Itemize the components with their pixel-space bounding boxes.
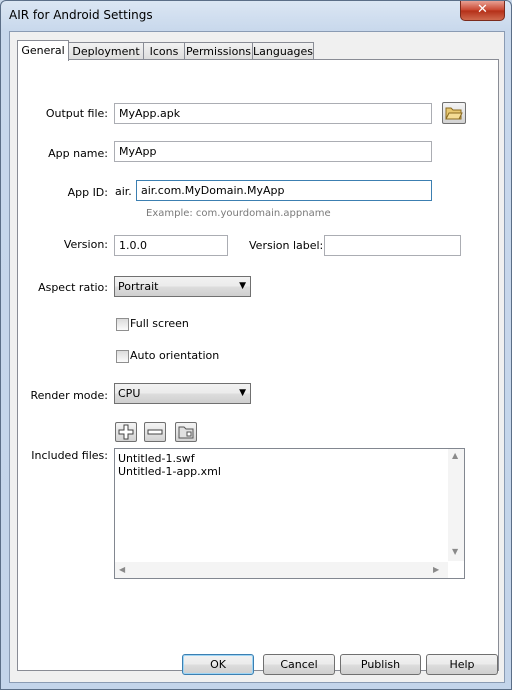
aspect-ratio-select[interactable]: Portrait ▼ <box>114 276 251 297</box>
list-item[interactable]: Untitled-1-app.xml <box>118 465 221 478</box>
dropdown-arrow-icon: ▼ <box>239 281 246 291</box>
render-mode-label: Render mode: <box>30 389 108 402</box>
included-files-label: Included files: <box>31 449 108 462</box>
tab-general[interactable]: General <box>17 40 69 61</box>
app-id-label: App ID: <box>67 186 108 199</box>
version-input[interactable]: 1.0.0 <box>114 235 228 256</box>
browse-folder-button[interactable] <box>442 102 466 124</box>
close-button[interactable]: ✕ <box>460 1 505 21</box>
tab-deployment[interactable]: Deployment <box>68 42 144 60</box>
scroll-right-icon[interactable]: ▶ <box>433 565 439 574</box>
vertical-scrollbar[interactable]: ▲ ▼ <box>448 449 464 561</box>
cancel-button[interactable]: Cancel <box>263 654 335 675</box>
general-tab-panel: Output file: MyApp.apk App name: MyApp A… <box>17 59 499 671</box>
horizontal-scrollbar[interactable]: ◀ ▶ <box>115 562 448 578</box>
aspect-ratio-label: Aspect ratio: <box>38 281 108 294</box>
scroll-down-icon[interactable]: ▼ <box>452 547 458 556</box>
publish-button[interactable]: Publish <box>340 654 421 675</box>
settings-dialog: AIR for Android Settings ✕ General Deplo… <box>0 0 512 690</box>
render-mode-value: CPU <box>118 387 141 400</box>
dropdown-arrow-icon: ▼ <box>239 388 246 398</box>
auto-orientation-checkbox[interactable] <box>116 350 129 363</box>
remove-file-button[interactable] <box>144 422 166 442</box>
app-id-prefix: air. <box>115 185 132 198</box>
tab-icons[interactable]: Icons <box>143 42 185 60</box>
list-item[interactable]: Untitled-1.swf <box>118 452 195 465</box>
included-files-list[interactable]: Untitled-1.swf Untitled-1-app.xml ▲ ▼ ◀ … <box>114 448 465 579</box>
app-id-input[interactable]: air.com.MyDomain.MyApp <box>136 180 432 201</box>
scroll-left-icon[interactable]: ◀ <box>119 565 125 574</box>
folder-icon <box>445 107 463 120</box>
app-name-input[interactable]: MyApp <box>114 141 432 162</box>
add-folder-button[interactable] <box>175 422 197 442</box>
version-label: Version: <box>63 238 108 251</box>
app-name-label: App name: <box>48 147 108 160</box>
tab-languages[interactable]: Languages <box>252 42 314 60</box>
auto-orientation-label[interactable]: Auto orientation <box>130 349 219 362</box>
app-id-example-hint: Example: com.yourdomain.appname <box>146 208 331 219</box>
add-file-button[interactable] <box>115 422 137 442</box>
tab-permissions[interactable]: Permissions <box>184 42 253 60</box>
ok-button[interactable]: OK <box>182 654 254 675</box>
output-file-input[interactable]: MyApp.apk <box>114 103 432 124</box>
title-bar[interactable]: AIR for Android Settings ✕ <box>1 1 511 31</box>
full-screen-checkbox[interactable] <box>116 318 129 331</box>
scroll-up-icon[interactable]: ▲ <box>452 451 458 460</box>
output-file-label: Output file: <box>45 107 108 120</box>
plus-icon <box>118 424 134 440</box>
render-mode-select[interactable]: CPU ▼ <box>114 383 251 404</box>
help-button[interactable]: Help <box>426 654 498 675</box>
minus-icon <box>147 429 163 435</box>
window-title: AIR for Android Settings <box>9 8 153 22</box>
full-screen-label[interactable]: Full screen <box>130 317 189 330</box>
version-label-label: Version label: <box>249 239 324 252</box>
version-label-input[interactable] <box>324 235 461 256</box>
dialog-client-area: General Deployment Icons Permissions Lan… <box>9 31 505 683</box>
aspect-ratio-value: Portrait <box>118 280 159 293</box>
folder-add-icon <box>178 426 194 439</box>
